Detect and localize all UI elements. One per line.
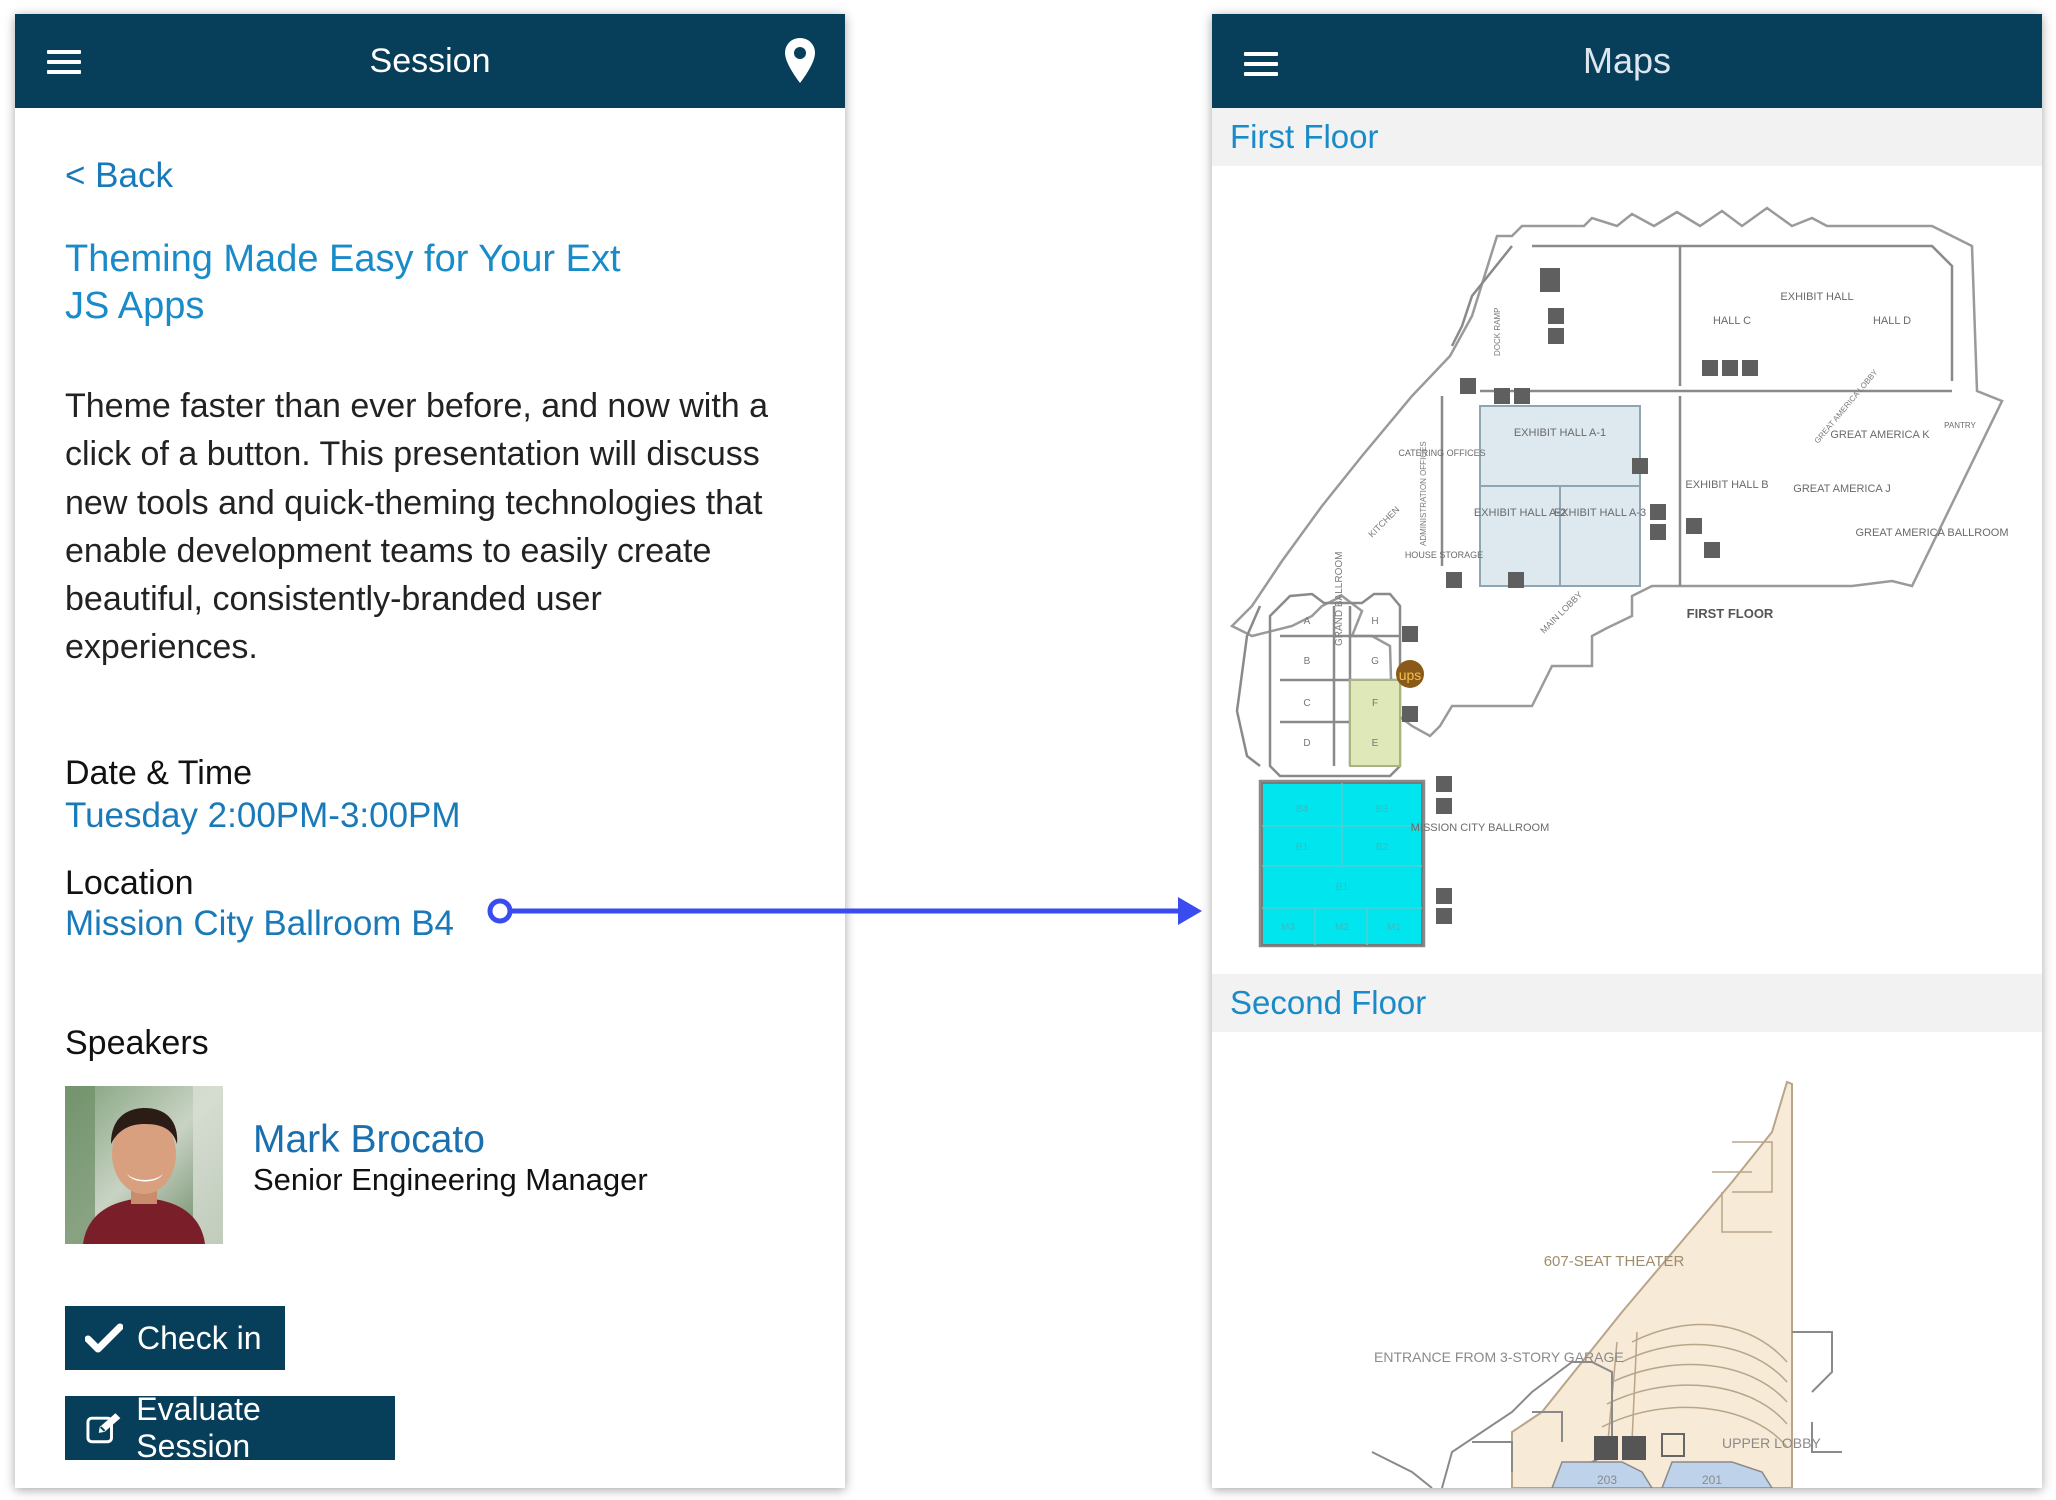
map-label-pantry: PANTRY <box>1944 421 1976 430</box>
map-label-catering: CATERING OFFICES <box>1398 448 1485 458</box>
map-label-great-america-ballroom: GREAT AMERICA BALLROOM <box>1855 527 2008 539</box>
map-label-hall-d: HALL D <box>1873 315 1911 327</box>
speaker-role: Senior Engineering Manager <box>253 1162 648 1197</box>
map-label-entrance: ENTRANCE FROM 3-STORY GARAGE <box>1374 1349 1624 1365</box>
check-in-label: Check in <box>137 1319 262 1356</box>
map-label-hall-c: HALL C <box>1713 315 1751 327</box>
back-link[interactable]: < Back <box>65 156 173 196</box>
checkmark-icon <box>85 1323 123 1353</box>
grand-room-f: F <box>1372 698 1378 709</box>
mission-room-b1b: B1 <box>1336 882 1349 893</box>
mission-room-b2: B2 <box>1376 842 1389 853</box>
map-label-exhibit-hall-a1: EXHIBIT HALL A-1 <box>1514 427 1606 439</box>
map-label-exhibit-hall-a3: EXHIBIT HALL A-3 <box>1554 507 1646 519</box>
hamburger-menu-icon[interactable] <box>1244 52 1278 76</box>
grand-room-c: C <box>1303 698 1310 709</box>
map-label-room-201: 201 <box>1702 1473 1722 1487</box>
map-label-room-203: 203 <box>1597 1473 1617 1487</box>
mission-room-b4: B4 <box>1296 804 1309 815</box>
evaluate-session-label: Evaluate Session <box>136 1391 261 1464</box>
map-label-dock-ramp: DOCK RAMP <box>1493 308 1502 356</box>
edit-icon <box>86 1413 121 1444</box>
map-label-exhibit-hall-b: EXHIBIT HALL B <box>1685 479 1768 491</box>
map-label-mission-city-ballroom: MISSION CITY BALLROOM <box>1411 822 1550 834</box>
ups-label: ups <box>1399 667 1422 683</box>
mission-room-m3: M3 <box>1281 922 1295 933</box>
map-label-great-america-k: GREAT AMERICA K <box>1830 429 1930 441</box>
session-screen: Session < Back Theming Made Easy for You… <box>15 14 845 1488</box>
session-top-bar: Session <box>15 14 845 108</box>
speaker-name[interactable]: Mark Brocato <box>253 1118 485 1162</box>
grand-room-d: D <box>1303 738 1310 749</box>
map-label-main-lobby: MAIN LOBBY <box>1538 589 1584 635</box>
location-label: Location <box>65 864 194 902</box>
map-label-upper-lobby: UPPER LOBBY <box>1722 1435 1821 1451</box>
map-pin-icon[interactable] <box>783 36 817 86</box>
hamburger-menu-icon[interactable] <box>47 50 81 74</box>
grand-room-b: B <box>1304 656 1311 667</box>
grand-room-g: G <box>1371 656 1379 667</box>
map-label-grand-ballroom: GRAND BALLROOM <box>1334 552 1345 646</box>
session-header-title: Session <box>369 41 491 80</box>
maps-header-title: Maps <box>1582 40 1672 81</box>
map-label-great-america-j: GREAT AMERICA J <box>1793 483 1890 495</box>
location-link[interactable]: Mission City Ballroom B4 <box>65 904 454 944</box>
map-label-admin-offices: ADMINISTRATION OFFICES <box>1419 441 1428 546</box>
map-label-house-storage: HOUSE STORAGE <box>1405 550 1483 560</box>
grand-room-h: H <box>1371 616 1378 627</box>
map-label-kitchen: KITCHEN <box>1366 504 1401 539</box>
map-label-theater: 607-SEAT THEATER <box>1544 1253 1685 1270</box>
grand-room-e: E <box>1372 738 1379 749</box>
datetime-label: Date & Time <box>65 754 253 792</box>
mission-room-m1: M1 <box>1387 922 1401 933</box>
datetime-value: Tuesday 2:00PM-3:00PM <box>65 796 461 835</box>
mission-room-b1a: B1 <box>1296 842 1309 853</box>
map-label-exhibit-hall-a2: EXHIBIT HALL A-2 <box>1474 507 1566 519</box>
first-floor-header: First Floor <box>1212 108 2042 166</box>
evaluate-session-button[interactable]: Evaluate Session <box>65 1391 395 1464</box>
session-title: Theming Made Easy for Your Ext JS Apps <box>65 238 621 327</box>
mission-room-m2: M2 <box>1335 922 1349 933</box>
map-label-exhibit-hall: EXHIBIT HALL <box>1780 291 1853 303</box>
first-floor-map[interactable]: ups EXHIBIT HALL HALL C HALL D EXHIBIT H… <box>1212 166 2042 974</box>
check-in-button[interactable]: Check in <box>65 1306 285 1370</box>
session-description: Theme faster than ever before, and now w… <box>65 387 769 667</box>
maps-screen: Maps First Floor ups EXHIBIT HALL HALL C… <box>1212 14 2042 1488</box>
speaker-avatar[interactable] <box>65 1086 223 1244</box>
maps-top-bar: Maps <box>1212 14 2042 108</box>
second-floor-header: Second Floor <box>1212 974 2042 1032</box>
mission-room-b3: B3 <box>1376 804 1389 815</box>
grand-room-a: A <box>1304 616 1311 627</box>
second-floor-map[interactable]: 607-SEAT THEATER ENTRANCE FROM 3-STORY G… <box>1212 1032 2042 1488</box>
speakers-label: Speakers <box>65 1024 209 1062</box>
map-label-first-floor: FIRST FLOOR <box>1687 606 1774 621</box>
